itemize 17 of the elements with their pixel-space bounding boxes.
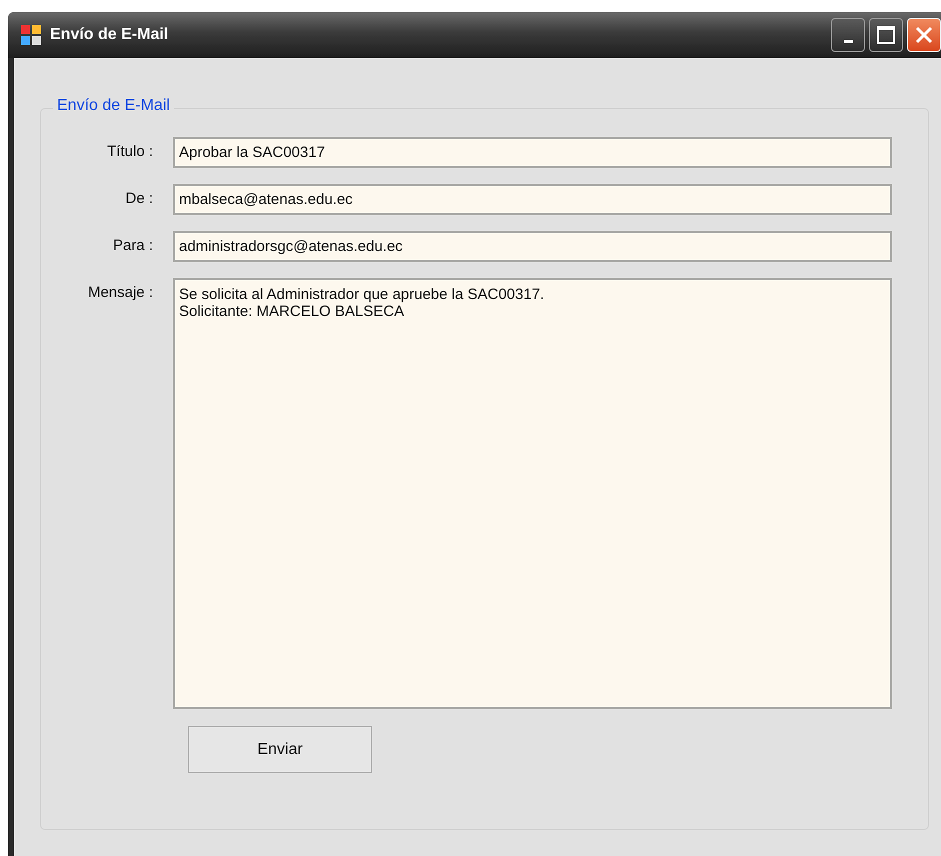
minimize-button[interactable] (831, 18, 865, 52)
field-label: De : (124, 189, 154, 207)
message-field[interactable]: Se solicita al Administrador que apruebe la SAC00317. Solicitante: MARCELO BALSECA (173, 278, 892, 709)
field-label: Título : (106, 142, 154, 160)
maximize-button[interactable] (869, 18, 903, 52)
input-field[interactable]: mbalseca@atenas.edu.ec (173, 184, 892, 215)
window-title: Envío de E-Mail (50, 26, 168, 44)
close-button[interactable] (907, 18, 941, 52)
minimize-icon (844, 40, 852, 42)
field-label: Mensaje : (86, 283, 154, 301)
input-field[interactable]: Aprobar la SAC00317 (173, 137, 892, 168)
close-icon (914, 25, 934, 45)
app-icon (20, 24, 42, 46)
field-label: Para : (112, 236, 154, 254)
maximize-icon (876, 25, 896, 45)
input-field[interactable]: administradorsgc@atenas.edu.ec (173, 231, 892, 262)
send-button[interactable]: Enviar (188, 726, 372, 773)
